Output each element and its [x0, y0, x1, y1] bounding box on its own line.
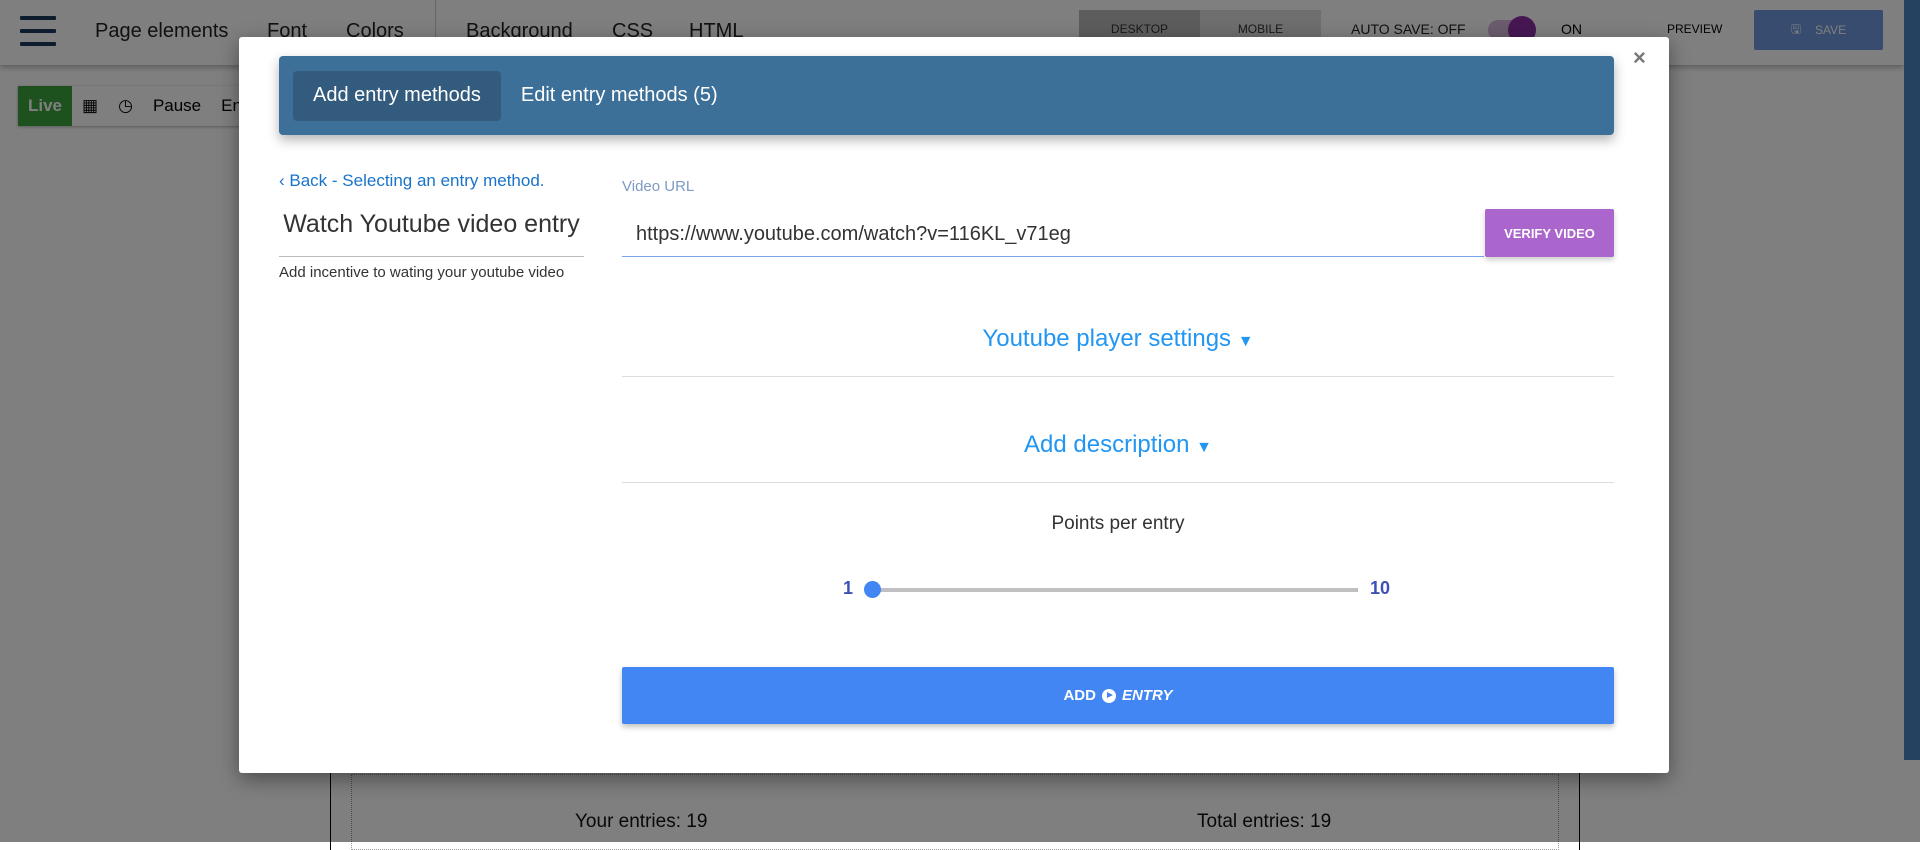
divider	[622, 376, 1614, 377]
method-title: Watch Youtube video entry	[283, 210, 580, 238]
points-slider-track[interactable]	[872, 588, 1358, 592]
add-description-label: Add description	[1024, 431, 1190, 458]
method-subtitle: Add incentive to wating your youtube vid…	[279, 264, 565, 281]
verify-video-button[interactable]: VERIFY VIDEO	[1485, 209, 1614, 257]
points-per-entry-label: Points per entry	[1051, 513, 1185, 534]
add-description-toggle[interactable]: Add description ▼	[622, 431, 1614, 459]
video-url-label: Video URL	[622, 178, 695, 195]
chevron-left-icon: ‹	[279, 171, 290, 190]
add-label: ADD	[1063, 687, 1096, 704]
points-slider-thumb[interactable]	[864, 581, 881, 598]
video-url-input[interactable]	[622, 212, 1484, 257]
back-label: Back - Selecting an entry method.	[289, 171, 545, 190]
slider-min: 1	[843, 578, 854, 598]
tab-add-entry-methods[interactable]: Add entry methods	[293, 70, 501, 121]
close-icon[interactable]: ×	[1633, 45, 1646, 71]
tab-edit-entry-methods[interactable]: Edit entry methods (5)	[501, 71, 738, 121]
back-link[interactable]: ‹ Back - Selecting an entry method.	[279, 171, 584, 191]
entry-label: ENTRY	[1121, 687, 1173, 704]
method-info: ‹ Back - Selecting an entry method. Watc…	[279, 171, 584, 281]
player-settings-label: Youtube player settings	[982, 325, 1232, 352]
divider	[279, 256, 584, 257]
youtube-player-settings-toggle[interactable]: Youtube player settings ▼	[622, 325, 1614, 353]
chevron-down-icon: ▼	[1196, 439, 1212, 456]
play-circle-icon	[1101, 688, 1116, 703]
add-entry-button[interactable]: ADD ENTRY	[622, 667, 1614, 724]
entry-method-modal: × Add entry methods Edit entry methods (…	[239, 37, 1669, 773]
modal-tabs: Add entry methods Edit entry methods (5)	[279, 56, 1614, 135]
slider-max: 10	[1370, 578, 1391, 598]
divider	[622, 482, 1614, 483]
chevron-down-icon: ▼	[1237, 333, 1254, 350]
